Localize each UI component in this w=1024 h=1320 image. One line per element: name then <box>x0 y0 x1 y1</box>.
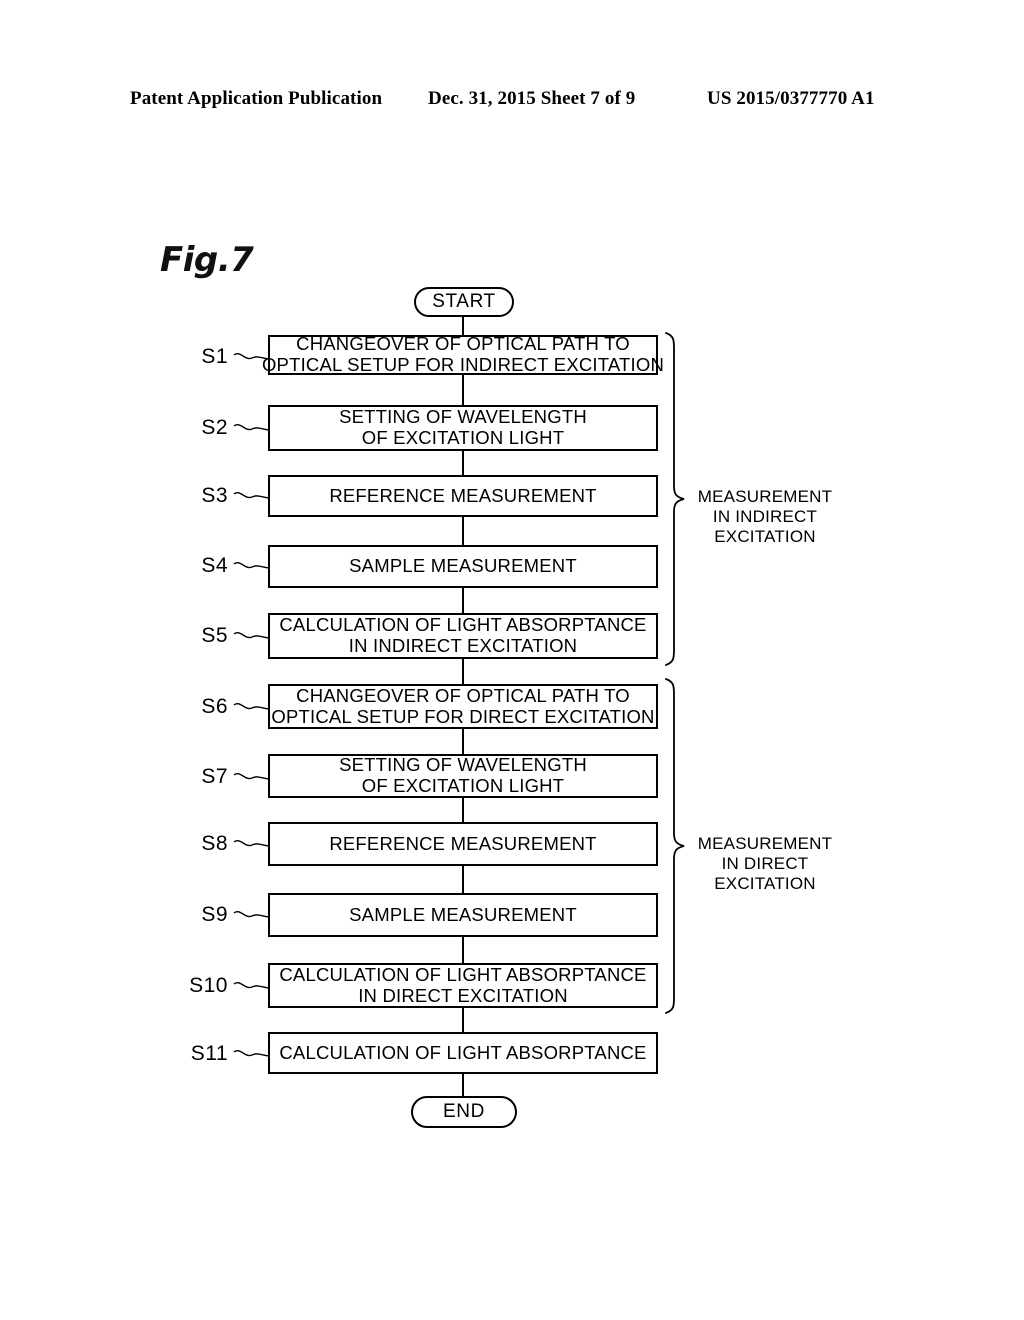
leader-line-s4 <box>233 562 271 569</box>
group-direct-line-3: EXCITATION <box>714 874 816 894</box>
end-label: END <box>443 1101 485 1122</box>
step-id-s8: S8 <box>201 832 228 855</box>
group-indirect-line-2: IN INDIRECT <box>712 507 818 527</box>
step-id-s9: S9 <box>201 903 228 926</box>
step-id-s10: S10 <box>189 974 228 997</box>
step-id-s5: S5 <box>201 624 228 647</box>
connector-s3-s4 <box>462 517 464 545</box>
flowchart-step-s2: SETTING OF WAVELENGTH OF EXCITATION LIGH… <box>268 405 658 451</box>
step-s6-line-2: OPTICAL SETUP FOR DIRECT EXCITATION <box>271 705 655 727</box>
flowchart-start-node: START <box>414 287 514 317</box>
group-indirect-line-1: MEASUREMENT <box>697 487 833 506</box>
flowchart-diagram: START CHANGEOVER OF OPTICAL PATH TO OPTI… <box>0 0 1024 1320</box>
flowchart-step-s9: SAMPLE MEASUREMENT <box>268 893 658 937</box>
connector-s10-s11 <box>462 1008 464 1032</box>
step-s7-line-1: SETTING OF WAVELENGTH <box>339 754 587 776</box>
group-direct-line-1: MEASUREMENT <box>697 834 833 853</box>
leader-line-s1 <box>233 353 271 360</box>
step-s9-line-1: SAMPLE MEASUREMENT <box>349 903 577 925</box>
flowchart-step-s11: CALCULATION OF LIGHT ABSORPTANCE <box>268 1032 658 1074</box>
step-s5-line-1: CALCULATION OF LIGHT ABSORPTANCE <box>279 614 647 636</box>
connector-s11-end <box>462 1074 464 1096</box>
flowchart-step-s5: CALCULATION OF LIGHT ABSORPTANCE IN INDI… <box>268 613 658 659</box>
step-s10-line-2: IN DIRECT EXCITATION <box>358 984 568 1006</box>
leader-line-s10 <box>233 982 271 989</box>
connector-s2-s3 <box>462 451 464 475</box>
start-label: START <box>432 291 496 312</box>
step-id-s11: S11 <box>190 1042 228 1065</box>
group-indirect-line-3: EXCITATION <box>714 527 816 547</box>
step-id-s2: S2 <box>201 416 228 439</box>
step-s7-line-2: OF EXCITATION LIGHT <box>361 775 565 796</box>
connector-s4-s5 <box>462 588 464 613</box>
connector-s6-s7 <box>462 729 464 754</box>
leader-line-s8 <box>233 840 271 847</box>
step-id-s7: S7 <box>201 765 228 788</box>
flowchart-step-s7: SETTING OF WAVELENGTH OF EXCITATION LIGH… <box>268 754 658 798</box>
step-s1-line-1: CHANGEOVER OF OPTICAL PATH TO <box>296 333 630 355</box>
group-direct-line-2: IN DIRECT <box>721 854 809 874</box>
leader-line-s5 <box>233 632 271 639</box>
connector-s9-s10 <box>462 937 464 963</box>
leader-line-s9 <box>233 911 271 918</box>
connector-s7-s8 <box>462 798 464 822</box>
connector-s5-s6 <box>462 659 464 684</box>
connector-s8-s9 <box>462 866 464 893</box>
step-id-s1: S1 <box>201 345 228 368</box>
flowchart-end-node: END <box>411 1096 517 1128</box>
flowchart-step-s6: CHANGEOVER OF OPTICAL PATH TO OPTICAL SE… <box>268 684 658 729</box>
step-s10-line-1: CALCULATION OF LIGHT ABSORPTANCE <box>279 963 647 985</box>
leader-line-s11 <box>233 1050 271 1057</box>
connector-s1-s2 <box>462 375 464 405</box>
flowchart-step-s3: REFERENCE MEASUREMENT <box>268 475 658 517</box>
step-s2-line-2: OF EXCITATION LIGHT <box>361 427 565 448</box>
flowchart-step-s10: CALCULATION OF LIGHT ABSORPTANCE IN DIRE… <box>268 963 658 1008</box>
flowchart-step-s4: SAMPLE MEASUREMENT <box>268 545 658 588</box>
step-s11-line-1: CALCULATION OF LIGHT ABSORPTANCE <box>279 1041 647 1063</box>
leader-line-s6 <box>233 703 271 710</box>
flowchart-step-s8: REFERENCE MEASUREMENT <box>268 822 658 866</box>
step-id-s3: S3 <box>201 484 228 507</box>
step-id-s6: S6 <box>201 695 228 718</box>
leader-line-s2 <box>233 424 271 431</box>
step-s5-line-2: IN INDIRECT EXCITATION <box>348 635 578 656</box>
step-s6-line-1: CHANGEOVER OF OPTICAL PATH TO <box>296 684 630 706</box>
leader-line-s7 <box>233 773 271 780</box>
flowchart-step-s1: CHANGEOVER OF OPTICAL PATH TO OPTICAL SE… <box>262 333 664 375</box>
step-s2-line-1: SETTING OF WAVELENGTH <box>339 406 587 428</box>
step-s4-line-1: SAMPLE MEASUREMENT <box>349 555 577 577</box>
leader-line-s3 <box>233 492 271 499</box>
group-label-direct: MEASUREMENT IN DIRECT EXCITATION <box>685 834 845 894</box>
group-label-indirect: MEASUREMENT IN INDIRECT EXCITATION <box>685 487 845 547</box>
step-s3-line-1: REFERENCE MEASUREMENT <box>329 484 597 506</box>
step-s8-line-1: REFERENCE MEASUREMENT <box>329 832 597 854</box>
step-s1-line-2: OPTICAL SETUP FOR INDIRECT EXCITATION <box>261 354 665 375</box>
step-id-s4: S4 <box>201 554 228 577</box>
